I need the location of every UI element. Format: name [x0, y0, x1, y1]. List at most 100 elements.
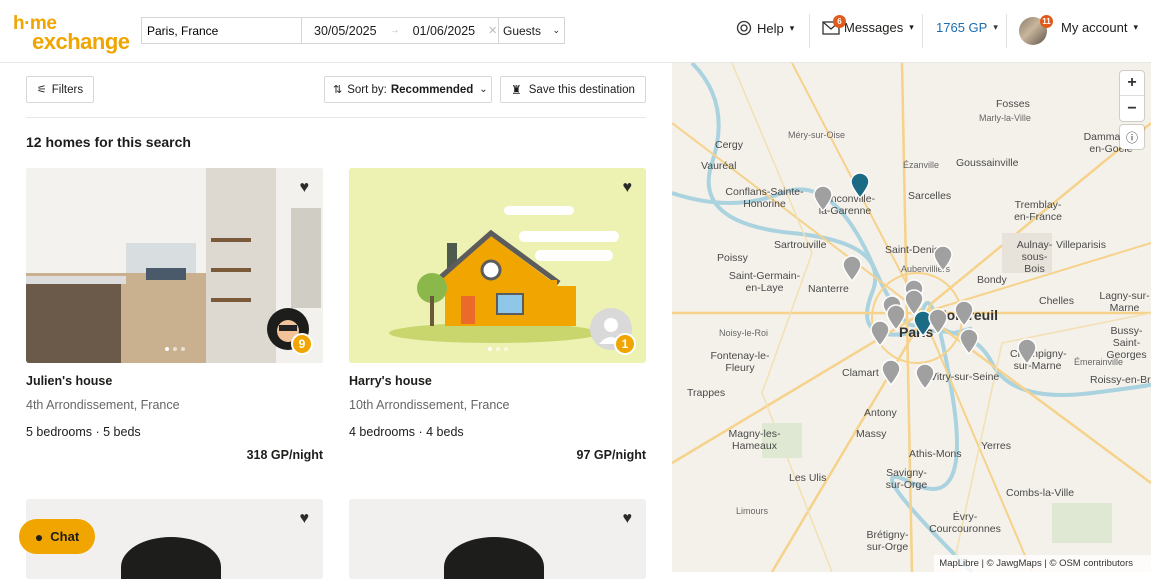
home-title[interactable]: Julien's house: [26, 374, 323, 388]
home-photo[interactable]: ♥ 1: [349, 168, 646, 363]
map-label: Conflans-Sainte-Honorine: [725, 186, 804, 210]
placeholder-shape: [444, 537, 544, 579]
save-destination-button[interactable]: ♜ Save this destination: [500, 76, 646, 103]
home-card[interactable]: ♥ 1 Harry's house 10th Arrondissement, F…: [349, 168, 646, 462]
home-photo[interactable]: ♥ 9: [26, 168, 323, 363]
divider: [26, 117, 646, 118]
info-icon[interactable]: ⓘ: [1120, 125, 1144, 149]
map-label: Villeparisis: [1056, 239, 1106, 251]
save-destination-label: Save this destination: [528, 83, 635, 96]
map-base: [672, 63, 1151, 572]
homeexchange-logo[interactable]: h·me exchange: [13, 13, 130, 54]
clear-dates-icon[interactable]: ✕: [488, 24, 497, 37]
map-label: Combs-la-Ville: [1006, 487, 1075, 499]
map-label: Fosses: [996, 98, 1030, 110]
map-label: Trappes: [687, 387, 726, 399]
guest-points-label: 1765 GP: [936, 20, 988, 35]
map-label: Sarcelles: [908, 190, 952, 202]
top-navigation-bar: h·me exchange 30/05/2025 → 01/06/2025 ✕ …: [0, 0, 1151, 63]
map-label: Vitry-sur-Seine: [930, 371, 1000, 383]
map-label: Saint-Denis: [885, 244, 940, 256]
sort-select[interactable]: ⇅ Sort by: Recommended ⌄: [324, 76, 492, 103]
map-pin[interactable]: [813, 185, 833, 211]
account-menu[interactable]: My account ▾: [1061, 20, 1138, 35]
filters-button[interactable]: ⚟ Filters: [26, 76, 94, 103]
zoom-out-button[interactable]: −: [1120, 96, 1144, 121]
map-pin[interactable]: [842, 255, 862, 281]
map-pin[interactable]: [881, 359, 901, 385]
map-pin[interactable]: [870, 320, 890, 346]
divider: [1006, 14, 1007, 48]
help-menu[interactable]: Help ▾: [736, 20, 794, 36]
lifebuoy-icon: [736, 20, 752, 36]
checkin-date[interactable]: 30/05/2025: [314, 24, 377, 38]
map-pin[interactable]: [959, 328, 979, 354]
heart-icon[interactable]: ♥: [300, 510, 310, 528]
destination-input[interactable]: [142, 18, 302, 43]
map-label: Méry-sur-Oise: [788, 130, 846, 140]
map-label: Brétigny-sur-Orge: [866, 529, 909, 553]
zoom-controls: + −: [1120, 71, 1144, 121]
map-pin[interactable]: [915, 363, 935, 389]
chat-label: Chat: [50, 529, 80, 544]
map-label: Goussainville: [956, 157, 1019, 169]
carousel-dots[interactable]: [164, 347, 185, 351]
map-pin[interactable]: [954, 300, 974, 326]
map-pin[interactable]: [928, 308, 948, 334]
chevron-down-icon: ⌄: [479, 84, 488, 95]
map-label: Les Ulis: [789, 472, 827, 484]
map-label: Roissy-en-Brie: [1090, 374, 1151, 386]
chat-button[interactable]: ● Chat: [19, 519, 95, 554]
account-label: My account: [1061, 20, 1128, 35]
heart-icon[interactable]: ♥: [623, 179, 633, 197]
filters-label: Filters: [51, 83, 84, 96]
home-capacity: 4 bedrooms · 4 beds: [349, 425, 464, 439]
home-card[interactable]: ♥ 9 Julien's house 4th Arrondissement, F…: [26, 168, 323, 462]
home-title[interactable]: Harry's house: [349, 374, 646, 388]
attribution-text: MapLibre | © JawgMaps | © OSM contributo…: [939, 558, 1133, 569]
heart-icon[interactable]: ♥: [300, 179, 310, 197]
carousel-dots[interactable]: [487, 347, 508, 351]
guests-select[interactable]: Guests ⌄: [499, 18, 564, 43]
map-pin[interactable]: [1017, 338, 1037, 364]
map-label: Ézanville: [903, 160, 940, 170]
map-label: Aulnay-sous-Bois: [1016, 239, 1053, 275]
search-bar: 30/05/2025 → 01/06/2025 ✕ Guests ⌄: [141, 17, 565, 44]
map-label: Noisy-le-Roi: [719, 328, 769, 338]
chevron-down-icon: ▾: [789, 22, 795, 33]
messages-count-badge: 6: [833, 15, 846, 28]
results-panel: ⚟ Filters ⇅ Sort by: Recommended ⌄ ♜ Sav…: [0, 63, 672, 579]
map-label: Lagny-sur-Marne: [1099, 290, 1150, 314]
map-label: Saint-Germain-en-Laye: [728, 270, 801, 294]
results-count: 12 homes for this search: [26, 134, 191, 150]
map-label: Clamart: [842, 367, 879, 379]
map-label: Tremblay-en-France: [1014, 199, 1062, 223]
home-card-loading[interactable]: ♥: [349, 499, 646, 579]
map-label: Émerainville: [1074, 357, 1124, 367]
map-attribution: MapLibre | © JawgMaps | © OSM contributo…: [934, 555, 1151, 572]
map-pin[interactable]: [933, 245, 953, 271]
home-location: 4th Arrondissement, France: [26, 398, 180, 412]
home-location: 10th Arrondissement, France: [349, 398, 510, 412]
home-price: 97 GP/night: [576, 448, 646, 462]
chevron-down-icon: ▾: [909, 22, 914, 32]
map-label: Vauréal: [701, 160, 737, 172]
heart-icon[interactable]: ♥: [623, 510, 633, 528]
map-label: Antony: [864, 407, 897, 419]
map-label: Poissy: [717, 252, 748, 264]
checkout-date[interactable]: 01/06/2025: [413, 24, 476, 38]
zoom-in-button[interactable]: +: [1120, 71, 1144, 96]
map-label: Bondy: [977, 274, 1007, 286]
map-label: Limours: [736, 506, 769, 516]
map-panel[interactable]: Fosses Marly-la-Ville Dammartin-en-Goële…: [672, 63, 1151, 572]
map-label: Fontenay-le-Fleury: [710, 350, 770, 374]
sort-value: Recommended: [390, 83, 474, 96]
map-label: Massy: [856, 428, 887, 440]
map-label: Évry-Courcouronnes: [929, 511, 1001, 535]
map-pin-selected[interactable]: [850, 172, 870, 198]
placeholder-shape: [121, 537, 221, 579]
guest-points-menu[interactable]: 1765 GP ▾: [936, 20, 998, 35]
date-range-picker[interactable]: 30/05/2025 → 01/06/2025 ✕: [302, 18, 499, 43]
map-label: Cergy: [715, 139, 744, 151]
map-label: Savigny-sur-Orge: [885, 467, 928, 491]
